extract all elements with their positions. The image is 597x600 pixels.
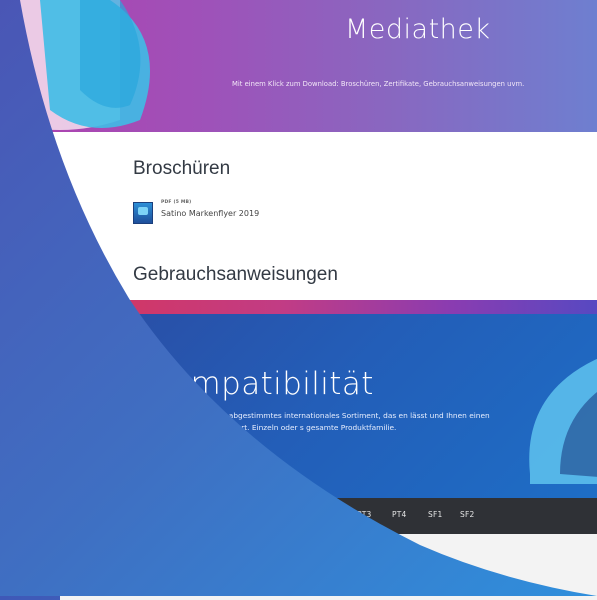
- page-subtitle: Mit einem Klick zum Download: Broschüren…: [232, 80, 525, 88]
- kompatibilitaet-description: PA Professional - ein abgestimmtes inter…: [152, 411, 490, 432]
- nav-item-sf1[interactable]: SF1: [428, 510, 442, 519]
- topbar-text[interactable]: NG: [84, 301, 93, 308]
- product-nav: MT1 PT1 PT2 PT3 PT4 SF1 SF2: [60, 498, 597, 534]
- nav-item-pt2[interactable]: PT2: [322, 510, 336, 519]
- kompatibilitaet-title: Kompatibilität: [152, 366, 374, 402]
- document-meta: PDF (5 MB): [161, 200, 192, 205]
- hero-artwork: [0, 0, 150, 130]
- section-title-gebrauchsanweisungen: Gebrauchsanweisungen: [133, 264, 338, 285]
- mediathek-screen: Mediathek Mit einem Klick zum Download: …: [0, 0, 597, 300]
- top-accent-bar: NG: [60, 300, 597, 314]
- pdf-thumbnail-icon: [133, 202, 153, 224]
- page-title: Mediathek: [345, 14, 491, 45]
- document-name[interactable]: Satino Markenflyer 2019: [161, 209, 259, 218]
- mediathek-hero: Mediathek Mit einem Klick zum Download: …: [0, 0, 597, 132]
- kompatibilitaet-screen: NG Kompatibilität PA Professional - ein …: [60, 300, 597, 600]
- nav-item-mt1[interactable]: MT1: [250, 510, 266, 519]
- nav-item-pt4[interactable]: PT4: [392, 510, 406, 519]
- document-item[interactable]: PDF (5 MB) Satino Markenflyer 2019: [133, 200, 333, 228]
- nav-item-pt1[interactable]: PT1: [287, 510, 301, 519]
- hero-artwork: [529, 358, 597, 484]
- nav-item-pt3[interactable]: PT3: [357, 510, 371, 519]
- nav-item-sf2[interactable]: SF2: [460, 510, 474, 519]
- section-title-broschueren: Broschüren: [133, 158, 231, 179]
